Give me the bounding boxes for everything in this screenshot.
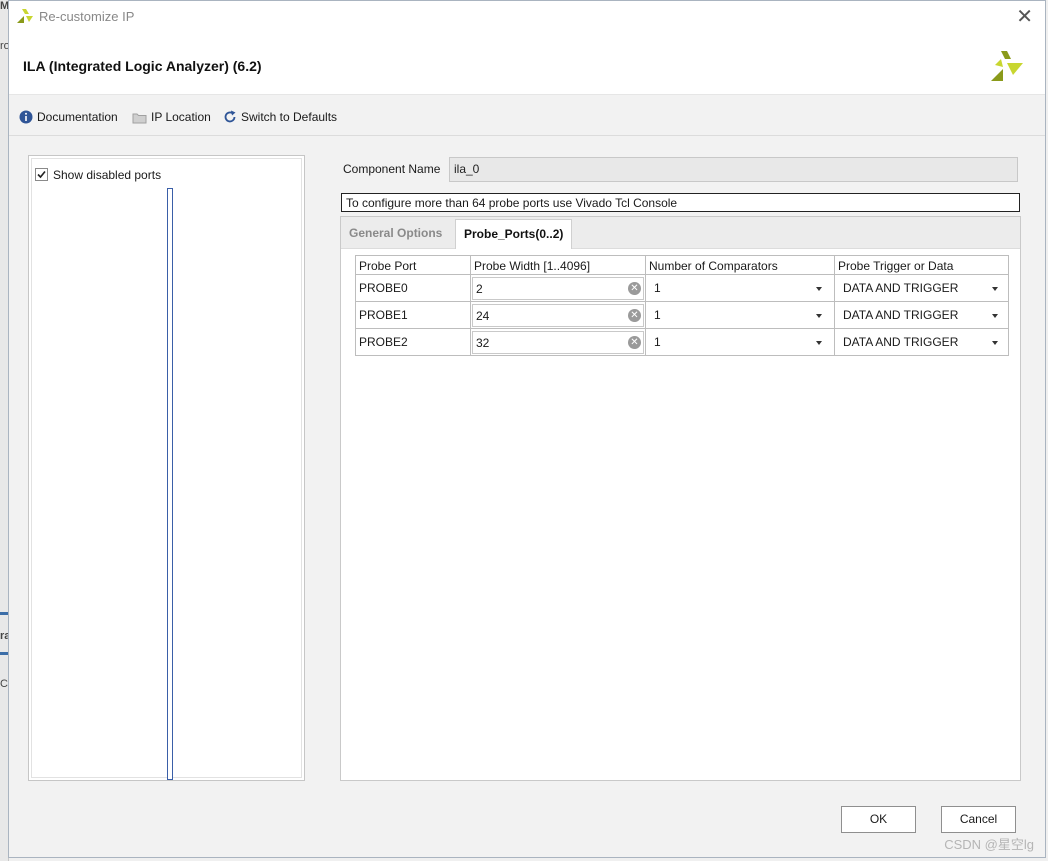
checkmark-icon — [37, 170, 46, 179]
trigger-cell: DATA AND TRIGGER — [834, 328, 1009, 356]
ip-location-label: IP Location — [151, 110, 211, 124]
background-divider — [0, 652, 8, 655]
probe-width-cell: 2 ✕ — [470, 274, 646, 302]
close-icon[interactable]: ✕ — [1016, 5, 1033, 27]
comparators-cell: 1 — [645, 301, 835, 329]
background-fragment: Co — [0, 678, 8, 690]
clear-icon[interactable]: ✕ — [628, 335, 641, 349]
symbol-pane-inner: Show disabled ports — [31, 158, 302, 780]
column-header: Probe Trigger or Data — [834, 255, 1009, 275]
probe-ports-note: To configure more than 64 probe ports us… — [341, 193, 1020, 212]
tab-general-options[interactable]: General Options — [341, 219, 451, 248]
comparators-cell: 1 — [645, 274, 835, 302]
probe-ports-table: Probe Port Probe Width [1..4096] Number … — [355, 255, 1009, 356]
tab-panel: General Options Probe_Ports(0..2) Probe … — [340, 216, 1021, 781]
show-disabled-ports-label: Show disabled ports — [53, 168, 162, 182]
comparators-dropdown[interactable]: 1 — [646, 276, 834, 301]
table-header-row: Probe Port Probe Width [1..4096] Number … — [355, 255, 1009, 275]
vivado-app-icon — [17, 9, 33, 23]
column-header: Probe Width [1..4096] — [470, 255, 646, 275]
trigger-value: DATA AND TRIGGER — [843, 334, 959, 349]
probe-width-value: 32 — [476, 335, 490, 350]
show-disabled-ports-checkbox[interactable] — [35, 168, 48, 181]
chevron-down-icon — [992, 313, 998, 318]
documentation-button[interactable]: Documentation — [19, 110, 118, 124]
chevron-down-icon — [992, 340, 998, 345]
watermark: CSDN @星空lg — [944, 837, 1034, 852]
trigger-dropdown[interactable]: DATA AND TRIGGER — [835, 276, 1008, 301]
probe-port-cell: PROBE1 — [355, 301, 471, 329]
background-divider — [0, 612, 8, 615]
trigger-value: DATA AND TRIGGER — [843, 307, 959, 322]
ip-location-button[interactable]: IP Location — [132, 110, 211, 124]
component-name-field[interactable]: ila_0 — [449, 157, 1018, 182]
comparators-dropdown[interactable]: 1 — [646, 303, 834, 328]
comparators-value: 1 — [654, 307, 661, 322]
component-name-label: Component Name — [343, 162, 441, 176]
trigger-dropdown[interactable]: DATA AND TRIGGER — [835, 303, 1008, 328]
trigger-value: DATA AND TRIGGER — [843, 280, 959, 295]
background-fragment: ra — [0, 630, 8, 642]
refresh-icon — [224, 110, 236, 123]
clear-icon[interactable]: ✕ — [628, 281, 641, 295]
chevron-down-icon — [816, 340, 822, 345]
info-icon — [19, 110, 33, 124]
probe-width-input[interactable]: 2 ✕ — [472, 276, 644, 300]
clear-icon[interactable]: ✕ — [628, 308, 641, 322]
trigger-cell: DATA AND TRIGGER — [834, 274, 1009, 302]
ip-title: ILA (Integrated Logic Analyzer) (6.2) — [23, 58, 262, 74]
column-header: Probe Port — [355, 255, 471, 275]
comparators-value: 1 — [654, 280, 661, 295]
chevron-down-icon — [992, 286, 998, 291]
comparators-cell: 1 — [645, 328, 835, 356]
xilinx-logo-icon — [991, 51, 1023, 81]
table-row: PROBE1 24 ✕ 1 DATA AND TRIGGER — [355, 301, 1009, 329]
comparators-value: 1 — [654, 334, 661, 349]
recustomize-ip-dialog: Re-customize IP ✕ ILA (Integrated Logic … — [8, 0, 1046, 858]
background-fragment: ro — [0, 40, 8, 52]
cancel-button[interactable]: Cancel — [941, 806, 1016, 833]
switch-to-defaults-button[interactable]: Switch to Defaults — [223, 110, 337, 124]
probe-port-cell: PROBE2 — [355, 328, 471, 356]
probe-width-value: 24 — [476, 308, 490, 323]
tab-strip: General Options Probe_Ports(0..2) — [341, 217, 1020, 249]
table-row: PROBE2 32 ✕ 1 DATA AND TRIGGER — [355, 328, 1009, 356]
probe-width-input[interactable]: 32 ✕ — [472, 330, 644, 354]
trigger-cell: DATA AND TRIGGER — [834, 301, 1009, 329]
tab-probe-ports[interactable]: Probe_Ports(0..2) — [455, 219, 573, 249]
chevron-down-icon — [816, 313, 822, 318]
documentation-label: Documentation — [37, 110, 118, 124]
column-header: Number of Comparators — [645, 255, 835, 275]
ok-button[interactable]: OK — [841, 806, 916, 833]
probe-width-cell: 24 ✕ — [470, 301, 646, 329]
comparators-dropdown[interactable]: 1 — [646, 330, 834, 355]
folder-icon — [132, 113, 147, 123]
chevron-down-icon — [816, 286, 822, 291]
window-title: Re-customize IP — [39, 9, 135, 24]
probe-port-cell: PROBE0 — [355, 274, 471, 302]
table-row: PROBE0 2 ✕ 1 DATA AND TRIGGER — [355, 274, 1009, 302]
probe-width-value: 2 — [476, 281, 483, 296]
probe-width-cell: 32 ✕ — [470, 328, 646, 356]
symbol-pane: Show disabled ports — [28, 155, 305, 781]
ip-symbol-diagram — [167, 188, 173, 780]
toolbar: Documentation IP Location Switch to Defa… — [9, 95, 1045, 136]
ip-header: ILA (Integrated Logic Analyzer) (6.2) — [9, 32, 1045, 95]
probe-width-input[interactable]: 24 ✕ — [472, 303, 644, 327]
switch-to-defaults-label: Switch to Defaults — [241, 110, 338, 124]
title-bar: Re-customize IP ✕ — [9, 1, 1045, 33]
background-fragment: M — [0, 0, 8, 12]
trigger-dropdown[interactable]: DATA AND TRIGGER — [835, 330, 1008, 355]
